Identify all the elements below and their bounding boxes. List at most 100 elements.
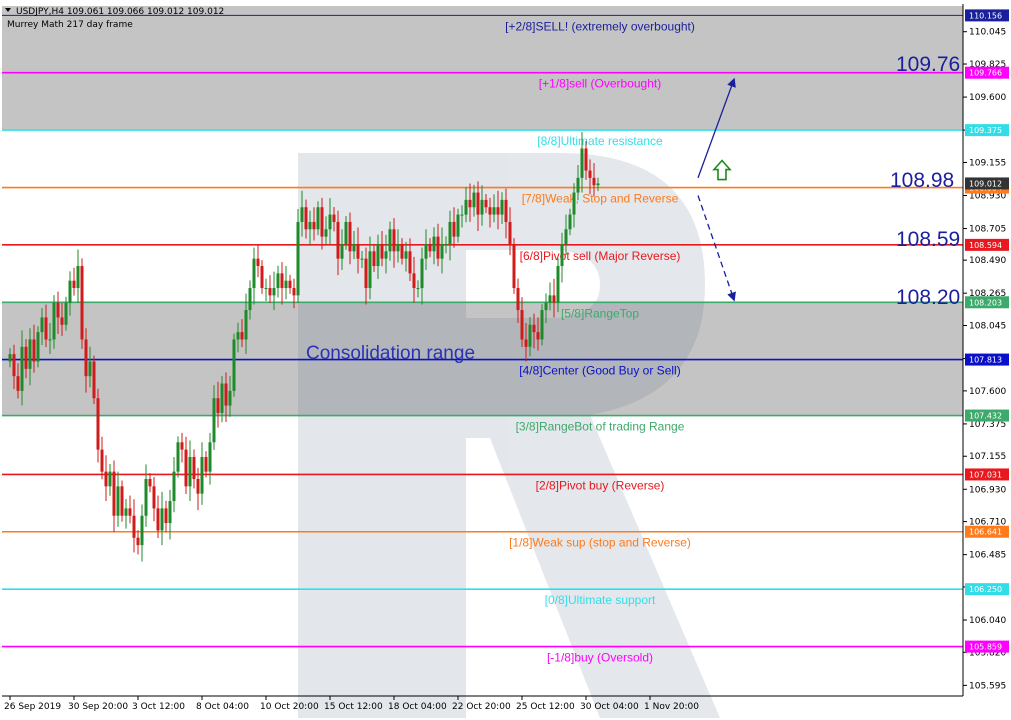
candle-body-10 — [48, 339, 52, 341]
candle-body-110 — [448, 221, 452, 244]
candle-body-102 — [416, 288, 420, 290]
candle-body-40 — [168, 501, 172, 524]
candle-body-127 — [516, 288, 520, 311]
price-tag-8: 107.031 — [969, 470, 1002, 479]
y-tick-label-2: 109.600 — [969, 93, 1006, 103]
level-label-9: [1/8]Weak sup (stop and Reverse) — [509, 536, 691, 550]
big-label-108-20: 108.20 — [896, 286, 960, 309]
candle-body-64 — [264, 288, 268, 290]
candle-body-109 — [444, 243, 448, 245]
y-tick-label-11: 107.600 — [969, 387, 1006, 397]
candle-body-84 — [344, 221, 348, 244]
x-tick-label-2: 3 Oct 12:00 — [132, 702, 185, 712]
candle-body-62 — [256, 258, 260, 267]
candle-body-11 — [52, 302, 56, 340]
candle-body-131 — [532, 324, 536, 333]
candle-body-3 — [20, 346, 24, 391]
price-tag-2: 109.375 — [969, 126, 1002, 135]
candle-body-37 — [156, 508, 160, 531]
candle-body-139 — [564, 229, 568, 244]
candle-body-69 — [284, 280, 288, 289]
candle-body-121 — [492, 207, 496, 215]
big-label-108-98: 108.98 — [890, 169, 954, 192]
price-tag-5: 108.203 — [969, 298, 1002, 307]
candle-body-66 — [272, 288, 276, 296]
candle-body-85 — [348, 221, 352, 252]
candle-body-12 — [56, 302, 60, 318]
candle-body-91 — [372, 251, 376, 267]
candle-body-79 — [324, 229, 328, 237]
candle-body-143 — [580, 148, 584, 178]
candle-body-126 — [512, 243, 516, 289]
candle-body-74 — [304, 207, 308, 230]
candle-body-34 — [144, 479, 148, 516]
candle-body-76 — [312, 221, 316, 230]
price-tag-10: 106.250 — [969, 585, 1002, 594]
x-tick-label-6: 18 Oct 04:00 — [388, 702, 447, 712]
candle-body-39 — [164, 508, 168, 524]
candle-body-89 — [364, 258, 368, 289]
candle-body-14 — [64, 302, 68, 325]
x-tick-label-5: 15 Oct 12:00 — [324, 702, 383, 712]
candle-body-44 — [184, 449, 188, 487]
candle-body-88 — [360, 258, 364, 260]
candle-body-1 — [12, 354, 16, 377]
candle-body-142 — [576, 177, 580, 193]
candle-body-59 — [244, 310, 248, 340]
candle-body-29 — [124, 508, 128, 516]
price-tag-11: 105.859 — [969, 643, 1002, 652]
candle-body-103 — [420, 258, 424, 289]
candle-body-123 — [500, 199, 504, 215]
big-label-108-59: 108.59 — [896, 228, 960, 251]
candle-body-77 — [316, 207, 320, 230]
candle-body-87 — [356, 243, 360, 259]
candle-body-72 — [296, 221, 300, 296]
candle-body-135 — [548, 295, 552, 303]
y-tick-label-16: 106.485 — [969, 551, 1006, 561]
candle-body-129 — [524, 339, 528, 347]
candle-body-105 — [428, 243, 432, 252]
candle-body-138 — [560, 243, 564, 267]
candle-body-113 — [460, 214, 464, 216]
candle-body-38 — [160, 508, 164, 531]
candle-body-97 — [396, 243, 400, 252]
candle-body-46 — [192, 456, 196, 480]
y-tick-label-20: 105.595 — [969, 681, 1006, 691]
candle-body-26 — [112, 471, 116, 516]
candle-body-0 — [8, 354, 12, 362]
candle-body-56 — [232, 339, 236, 391]
candle-body-63 — [260, 266, 264, 289]
candle-body-70 — [288, 280, 292, 289]
candle-body-90 — [368, 251, 372, 289]
candle-body-15 — [68, 280, 72, 303]
candle-body-17 — [76, 266, 80, 289]
candle-body-118 — [480, 199, 484, 215]
candle-body-107 — [436, 236, 440, 259]
candle-body-75 — [308, 221, 312, 230]
candle-body-7 — [36, 332, 40, 362]
candle-body-31 — [132, 515, 136, 538]
x-tick-label-0: 26 Sep 2019 — [4, 702, 61, 712]
x-tick-label-7: 22 Oct 20:00 — [452, 702, 511, 712]
candle-body-133 — [540, 310, 544, 340]
candle-body-86 — [352, 243, 356, 252]
y-tick-label-9: 108.045 — [969, 321, 1006, 331]
candle-body-2 — [16, 376, 20, 391]
candle-body-147 — [596, 183, 600, 186]
candle-body-112 — [456, 214, 460, 237]
candle-body-19 — [84, 339, 88, 377]
candle-body-58 — [240, 332, 244, 340]
candle-body-61 — [252, 258, 256, 289]
candle-body-95 — [388, 229, 392, 252]
candle-body-5 — [28, 339, 32, 369]
candle-body-122 — [496, 207, 500, 215]
x-tick-label-3: 8 Oct 04:00 — [196, 702, 249, 712]
candle-body-116 — [472, 192, 476, 208]
candle-body-47 — [196, 479, 200, 494]
y-tick-label-14: 106.930 — [969, 485, 1006, 495]
price-tag-1: 109.766 — [969, 69, 1002, 78]
candle-body-55 — [228, 390, 232, 406]
usdjpy-h4-chart: [+2/8]SELL! (extremely overbought) [+1/8]… — [0, 0, 1011, 720]
candle-body-65 — [268, 288, 272, 296]
candle-body-130 — [528, 324, 532, 347]
